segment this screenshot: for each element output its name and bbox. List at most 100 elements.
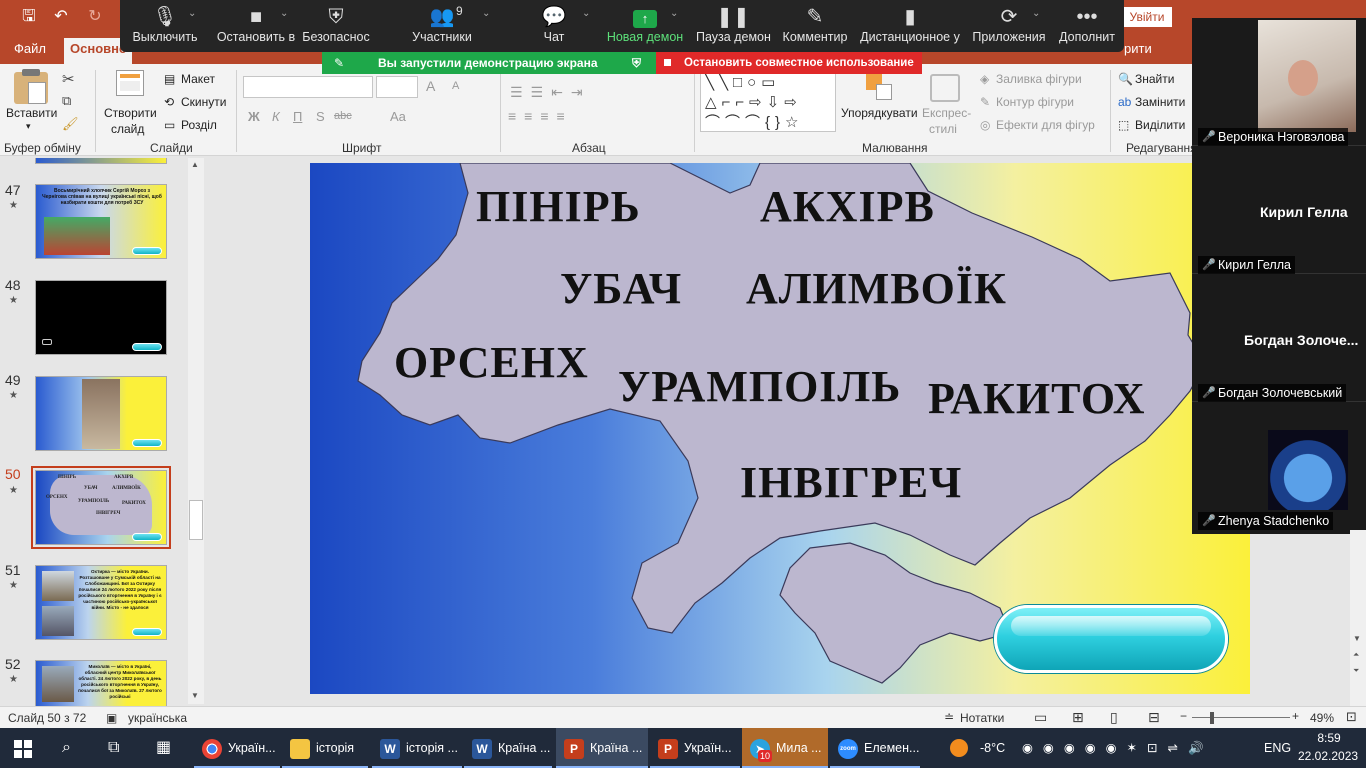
stop-share-button[interactable]: Остановить совместное использование xyxy=(656,52,922,74)
slide-thumbnail-47[interactable]: Восьмирічний хлопчик Сергій Мороз з Черн… xyxy=(35,184,167,259)
font-family-select[interactable] xyxy=(243,76,373,98)
zoom-out-icon[interactable]: − xyxy=(1180,709,1187,723)
login-button[interactable]: Увійти xyxy=(1122,7,1172,27)
system-tray-icons[interactable]: ◉◉◉◉◉✶⊡⇌🔊 xyxy=(1022,728,1214,768)
chat-button[interactable]: 💬 Чат xyxy=(532,0,576,52)
shape-fill-icon[interactable]: ◈ xyxy=(980,72,989,86)
notes-button[interactable]: Нотатки xyxy=(960,711,1004,725)
previous-slide-icon[interactable]: ⏶ xyxy=(1353,650,1359,660)
paste-button[interactable]: Вставити xyxy=(6,106,57,120)
underline-button[interactable]: П xyxy=(293,109,302,124)
taskbar-chrome[interactable]: Україн... xyxy=(194,728,280,768)
new-slide-icon[interactable] xyxy=(116,70,144,96)
calculator-icon[interactable]: ▦ xyxy=(156,728,171,768)
layout-icon[interactable]: ▤ xyxy=(164,72,175,86)
font-size-select[interactable] xyxy=(376,76,418,98)
reading-view-icon[interactable]: ▯ xyxy=(1110,709,1118,726)
caret-icon[interactable]: ⌄ xyxy=(1032,8,1040,19)
reset-icon[interactable]: ⟲ xyxy=(164,95,174,109)
remote-control-button[interactable]: ▮ Дистанционное у xyxy=(860,0,960,52)
shapes-gallery[interactable]: ╲╲□○▭ △⌐⌐⇨⇩⇨ ⌒⌒⌒{}☆ xyxy=(700,72,836,132)
scroll-down-icon[interactable]: ▼ xyxy=(191,691,199,700)
reset-button[interactable]: Скинути xyxy=(181,95,226,109)
caret-icon[interactable]: ⌄ xyxy=(482,8,490,19)
caret-icon[interactable]: ⌄ xyxy=(670,8,678,19)
slide-sorter-icon[interactable]: ⊞ xyxy=(1072,709,1084,726)
slide-navigation-button[interactable] xyxy=(994,605,1228,673)
participant-tile[interactable]: Богдан Золоче... 🎤 Богдан Золочевський xyxy=(1192,274,1366,402)
slides-panel-scrollbar[interactable]: ▲ ▼ xyxy=(188,158,204,704)
format-painter-icon[interactable]: 🖌 xyxy=(62,116,79,132)
shape-outline-icon[interactable]: ✎ xyxy=(980,95,990,109)
undo-icon[interactable]: ↶ xyxy=(50,6,72,28)
quick-styles-button-line1[interactable]: Експрес- xyxy=(922,106,971,120)
shadow-button[interactable]: S xyxy=(316,109,325,124)
participant-tile[interactable]: 🎤 Zhenya Stadchenko xyxy=(1192,402,1366,530)
map-word-7[interactable]: РАКИТОХ xyxy=(928,373,1145,424)
copy-icon[interactable]: ⧉ xyxy=(62,93,71,109)
task-view-icon[interactable]: ⧉ xyxy=(108,728,119,768)
more-button[interactable]: ••• Дополнит xyxy=(1056,0,1118,52)
zoom-slider-thumb[interactable] xyxy=(1210,712,1214,724)
taskbar-word-1[interactable]: Wісторія ... xyxy=(372,728,462,768)
spellcheck-icon[interactable]: ▣ xyxy=(106,711,117,725)
map-word-5[interactable]: ОРСЕНХ xyxy=(394,337,589,388)
participant-tile[interactable]: Кирил Гелла 🎤 Кирил Гелла xyxy=(1192,146,1366,274)
map-word-3[interactable]: УБАЧ xyxy=(560,263,682,314)
save-icon[interactable]: 🖫 xyxy=(18,6,40,28)
normal-view-icon[interactable]: ▭ xyxy=(1034,709,1047,726)
slide-thumbnail-49[interactable] xyxy=(35,376,167,451)
bold-button[interactable]: Ж xyxy=(248,109,260,124)
weather-icon[interactable] xyxy=(950,739,968,757)
taskbar-powerpoint-1[interactable]: P Країна ... xyxy=(556,728,648,768)
search-icon[interactable]: ⌕ xyxy=(62,728,71,768)
caret-icon[interactable]: ⌄ xyxy=(280,8,288,19)
input-language[interactable]: ENG xyxy=(1264,728,1291,768)
slide-thumbnail-48[interactable] xyxy=(35,280,167,355)
weather-temperature[interactable]: -8°C xyxy=(980,728,1005,768)
zoom-in-icon[interactable]: + xyxy=(1292,709,1299,723)
strikethrough-button[interactable]: abc xyxy=(334,110,352,122)
section-icon[interactable]: ▭ xyxy=(164,118,175,132)
caret-icon[interactable]: ⌄ xyxy=(188,8,196,19)
slide-thumbnail-50[interactable]: ПІНІРЬ АКХІРВ УБАЧ АЛИМВОЇК ОРСЕНХ УРАМП… xyxy=(31,466,171,549)
clock-time[interactable]: 8:59 xyxy=(1304,731,1354,745)
cut-icon[interactable]: ✂ xyxy=(62,70,75,88)
slideshow-icon[interactable]: ⊟ xyxy=(1148,709,1160,726)
paste-dropdown-icon[interactable]: ▾ xyxy=(26,121,31,132)
zoom-level[interactable]: 49% xyxy=(1310,711,1334,725)
shrink-font-button[interactable]: A xyxy=(452,80,459,92)
map-word-2[interactable]: АКХІРВ xyxy=(760,181,935,232)
clock-date[interactable]: 22.02.2023 xyxy=(1298,749,1358,763)
notes-icon[interactable]: ≐ xyxy=(944,710,954,724)
replace-button[interactable]: Замінити xyxy=(1135,95,1185,109)
paste-icon[interactable] xyxy=(14,69,48,104)
arrange-button[interactable]: Упорядкувати xyxy=(841,106,918,120)
arrange-icon[interactable] xyxy=(866,74,894,102)
map-word-6[interactable]: УРАМПОІЛЬ xyxy=(618,361,901,412)
pin-icon[interactable]: ✎ xyxy=(334,52,344,74)
new-slide-button-line1[interactable]: Створити xyxy=(104,106,157,120)
scroll-down-icon[interactable]: ▼ xyxy=(1353,634,1361,643)
search-icon[interactable]: 🔍 xyxy=(1118,72,1133,86)
quick-styles-icon[interactable] xyxy=(930,74,960,102)
change-case-button[interactable]: Aa xyxy=(390,109,406,124)
find-button[interactable]: Знайти xyxy=(1135,72,1174,86)
shape-effects-icon[interactable]: ◎ xyxy=(980,118,990,132)
taskbar-zoom[interactable]: zoom Елемен... xyxy=(830,728,920,768)
replace-icon[interactable]: ab xyxy=(1118,95,1131,109)
security-button[interactable]: ⛨ Безопаснос xyxy=(302,0,370,52)
participants-button[interactable]: 👥 Участники xyxy=(408,0,476,52)
fit-to-window-icon[interactable]: ⊡ xyxy=(1346,709,1357,725)
section-button[interactable]: Розділ xyxy=(181,118,217,132)
map-word-1[interactable]: ПІНІРЬ xyxy=(476,181,641,232)
map-word-8[interactable]: ІНВІГРЕЧ xyxy=(740,457,962,508)
windows-start-icon[interactable] xyxy=(14,740,32,758)
layout-button[interactable]: Макет xyxy=(181,72,215,86)
quick-styles-button-line2[interactable]: стилі xyxy=(929,122,957,136)
taskbar-telegram[interactable]: ➤ Мила ... 10 xyxy=(742,728,828,768)
taskbar-folder[interactable]: історія xyxy=(282,728,368,768)
tab-file[interactable]: Файл xyxy=(8,40,52,64)
grow-font-button[interactable]: A xyxy=(426,78,435,94)
italic-button[interactable]: К xyxy=(272,109,280,124)
